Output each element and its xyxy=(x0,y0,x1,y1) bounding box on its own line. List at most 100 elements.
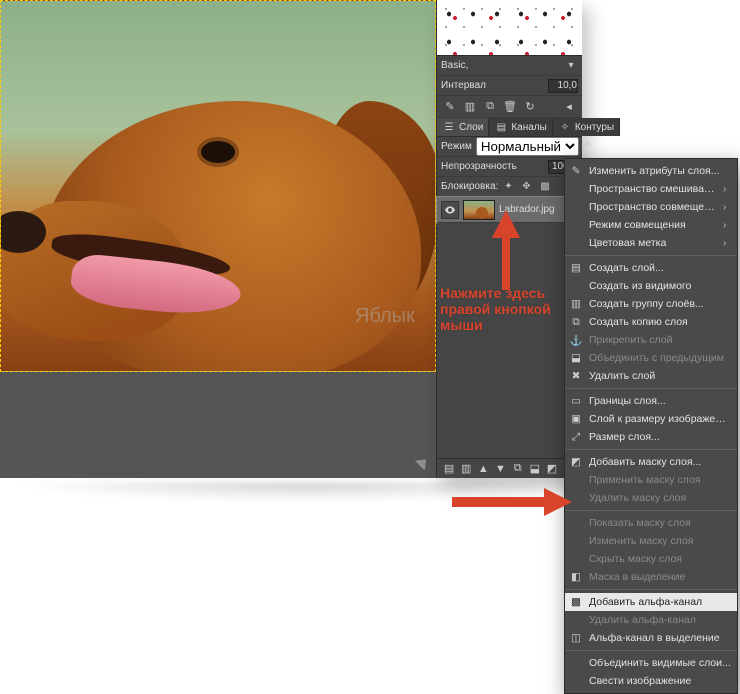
menu-item-label: Свести изображение xyxy=(589,675,731,687)
brush-new-icon[interactable]: ▥ xyxy=(463,100,477,114)
menu-item[interactable]: Объединить видимые слои... xyxy=(565,654,737,672)
menu-item[interactable]: ◫Альфа-канал в выделение xyxy=(565,629,737,647)
visibility-toggle[interactable] xyxy=(441,201,459,219)
new-layer-icon[interactable]: ▤ xyxy=(443,462,455,475)
blank-icon xyxy=(569,656,583,670)
mode-reset-icon[interactable]: ↶ xyxy=(583,140,591,154)
interval-label: Интервал xyxy=(441,80,486,91)
bounds-icon: ▭ xyxy=(569,394,583,408)
blank-icon xyxy=(569,236,583,250)
delete-icon: ✖ xyxy=(569,369,583,383)
menu-item-label: Объединить с предыдущим xyxy=(589,352,731,364)
menu-item[interactable]: ▥Создать группу слоёв... xyxy=(565,295,737,313)
menu-item: ◧Маска в выделение xyxy=(565,568,737,586)
menu-item-label: Создать из видимого xyxy=(589,280,731,292)
tab-layers[interactable]: ☰ Слои xyxy=(437,118,489,136)
brush-preset-selector[interactable]: Basic, ▾ xyxy=(437,56,582,76)
menu-item[interactable]: ▣ Слой к размеру изображения xyxy=(565,410,737,428)
menu-item-label: Удалить альфа-канал xyxy=(589,614,731,626)
menu-item: Применить маску слоя xyxy=(565,471,737,489)
raise-layer-icon[interactable]: ▲ xyxy=(477,462,489,475)
lower-layer-icon[interactable]: ▼ xyxy=(494,462,506,475)
interval-input[interactable] xyxy=(548,79,578,93)
add-mask-icon: ◩ xyxy=(569,455,583,469)
menu-item[interactable]: Пространство смешивания › xyxy=(565,180,737,198)
alpha-icon: ▩ xyxy=(569,595,583,609)
menu-item-label: Изменить маску слоя xyxy=(589,535,731,547)
interval-row: Интервал xyxy=(437,76,582,96)
brush-grid[interactable] xyxy=(437,0,582,56)
menu-item-label: Слой к размеру изображения xyxy=(589,413,731,425)
new-group-icon[interactable]: ▥ xyxy=(460,462,472,475)
menu-item[interactable]: Создать из видимого xyxy=(565,277,737,295)
tab-channels[interactable]: ▤ Каналы xyxy=(489,118,553,136)
group-icon: ▥ xyxy=(569,297,583,311)
menu-item[interactable]: Цветовая метка › xyxy=(565,234,737,252)
blank-icon xyxy=(569,200,583,214)
menu-item[interactable]: Режим совмещения› xyxy=(565,216,737,234)
menu-item[interactable]: ✎Изменить атрибуты слоя... xyxy=(565,162,737,180)
menu-item[interactable]: ✖ Удалить слой xyxy=(565,367,737,385)
menu-item: Удалить маску слоя xyxy=(565,489,737,507)
brush-preset-label: Basic, xyxy=(441,60,468,71)
menu-item[interactable]: ▩ Добавить альфа-канал xyxy=(565,593,737,611)
menu-item[interactable]: ⤢Размер слоя... xyxy=(565,428,737,446)
paths-icon: ✧ xyxy=(558,120,572,134)
menu-item[interactable]: Свести изображение xyxy=(565,672,737,690)
alpha-sel-icon: ◫ xyxy=(569,631,583,645)
menu-item-label: Создать копию слоя xyxy=(589,316,731,328)
eye-icon xyxy=(444,204,456,216)
mode-label: Режим xyxy=(441,141,472,152)
menu-item[interactable]: ▤Создать слой... xyxy=(565,259,737,277)
fit-icon: ▣ xyxy=(569,412,583,426)
menu-item[interactable]: Пространство совмещения › xyxy=(565,198,737,216)
lock-row: Блокировка: ✦ ✥ ▩ xyxy=(437,177,582,197)
menu-item-label: Объединить видимые слои... xyxy=(589,657,731,669)
duplicate-icon: ⧉ xyxy=(569,315,583,329)
duplicate-layer-icon[interactable]: ⧉ xyxy=(512,462,524,475)
menu-item: Изменить маску слоя xyxy=(565,532,737,550)
menu-item[interactable]: ◩Добавить маску слоя... xyxy=(565,453,737,471)
blank-icon xyxy=(569,552,583,566)
mask-icon[interactable]: ◩ xyxy=(546,462,558,475)
menu-item[interactable]: ▭Границы слоя... xyxy=(565,392,737,410)
mask-sel-icon: ◧ xyxy=(569,570,583,584)
lock-alpha-icon[interactable]: ▩ xyxy=(540,181,552,193)
menu-item-label: Удалить слой xyxy=(589,370,731,382)
tab-paths[interactable]: ✧ Контуры xyxy=(553,118,620,136)
anchor-icon: ⚓ xyxy=(569,333,583,347)
lock-label: Блокировка: xyxy=(441,181,498,192)
brush-refresh-icon[interactable]: ↻ xyxy=(523,100,537,114)
lock-position-icon[interactable]: ✥ xyxy=(522,181,534,193)
menu-item-label: Пространство совмещения xyxy=(589,201,717,213)
canvas-nav-icon[interactable] xyxy=(415,454,431,470)
submenu-arrow-icon: › xyxy=(723,184,731,195)
brush-del-icon[interactable]: 🗑 xyxy=(503,100,517,114)
menu-item[interactable]: ⧉ Создать копию слоя xyxy=(565,313,737,331)
menu-item-label: Режим совмещения xyxy=(589,219,717,231)
brush-dup-icon[interactable]: ⧉ xyxy=(483,100,497,114)
submenu-arrow-icon: › xyxy=(723,202,731,213)
menu-item-label: Цветовая метка xyxy=(589,237,717,249)
blend-mode-row: Режим Нормальный ↶ xyxy=(437,137,582,157)
merge-layer-icon[interactable]: ⬓ xyxy=(529,462,541,475)
annotation-text: Нажмите здесь правой кнопкой мыши xyxy=(440,285,551,333)
tab-label: Контуры xyxy=(575,122,614,133)
layers-icon: ☰ xyxy=(442,120,456,134)
edit-icon: ✎ xyxy=(569,164,583,178)
menu-item: Показать маску слоя xyxy=(565,514,737,532)
submenu-arrow-icon: › xyxy=(723,238,731,249)
annotation-arrow-icon xyxy=(486,210,526,290)
annotation-arrow-icon xyxy=(452,485,572,519)
panel-menu-icon[interactable]: ◂ xyxy=(562,100,576,114)
layer-context-menu[interactable]: ✎Изменить атрибуты слоя...Пространство с… xyxy=(564,158,738,694)
brush-edit-icon[interactable]: ✎ xyxy=(443,100,457,114)
merge-down-icon: ⬓ xyxy=(569,351,583,365)
lock-pixels-icon[interactable]: ✦ xyxy=(504,181,516,193)
menu-item: Скрыть маску слоя xyxy=(565,550,737,568)
menu-item-label: Прикрепить слой xyxy=(589,334,731,346)
mode-select[interactable]: Нормальный xyxy=(476,137,579,156)
new-layer-icon: ▤ xyxy=(569,261,583,275)
menu-item-label: Пространство смешивания xyxy=(589,183,717,195)
menu-item-label: Добавить альфа-канал xyxy=(589,596,731,608)
